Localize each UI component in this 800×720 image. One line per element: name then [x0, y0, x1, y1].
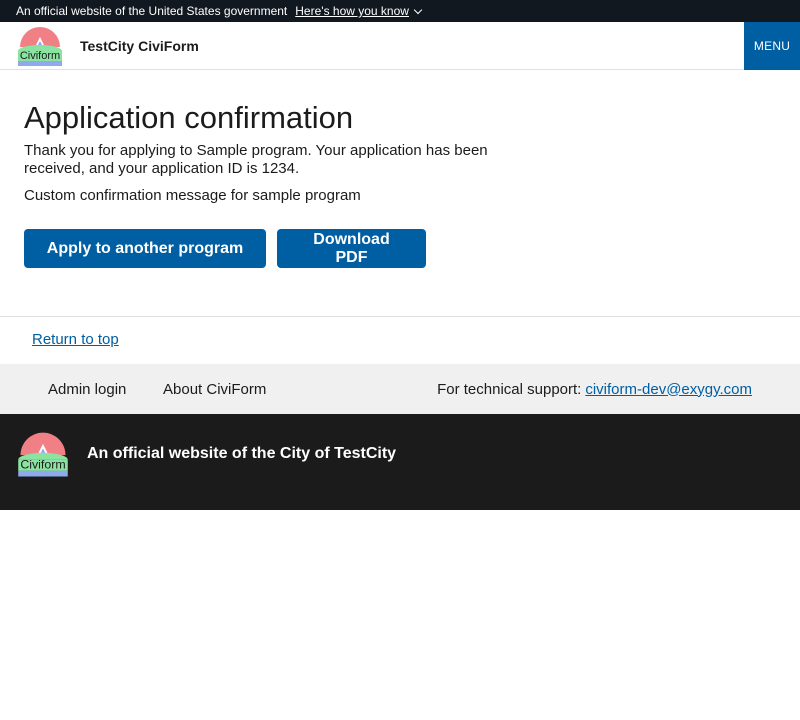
site-header: Civiform TestCity CiviForm MENU: [0, 22, 800, 70]
official-website-text: An official website of the City of TestC…: [87, 445, 397, 462]
custom-confirmation-message: Custom confirmation message for sample p…: [24, 187, 361, 204]
menu-button[interactable]: MENU: [744, 22, 800, 70]
confirmation-message: Thank you for applying to Sample program…: [24, 142, 488, 177]
support-email-link[interactable]: civiform-dev@exygy.com: [585, 381, 752, 398]
footer-logo-text: Civiform: [20, 458, 65, 472]
civiform-logo-icon[interactable]: Civiform: [16, 25, 64, 72]
site-title[interactable]: TestCity CiviForm: [80, 22, 199, 70]
action-buttons: Apply to another program Download PDF: [24, 229, 426, 268]
main-content: Application confirmation Thank you for a…: [24, 98, 544, 268]
download-pdf-button[interactable]: Download PDF: [277, 229, 426, 268]
support-prefix: For technical support:: [437, 380, 582, 398]
about-civiform-link[interactable]: About CiviForm: [163, 364, 266, 414]
footer-nav: Admin login About CiviForm For technical…: [0, 364, 800, 414]
apply-to-another-program-button[interactable]: Apply to another program: [24, 229, 266, 268]
logo-text: Civiform: [20, 50, 60, 62]
heres-how-you-know-link[interactable]: Here's how you know: [295, 4, 423, 18]
gov-banner: An official website of the United States…: [0, 0, 800, 22]
admin-login-link[interactable]: Admin login: [48, 364, 126, 414]
heres-how-you-know-label: Here's how you know: [295, 4, 409, 18]
civiform-logo-icon: Civiform: [16, 430, 70, 483]
page-title: Application confirmation: [24, 100, 354, 135]
technical-support: For technical support: civiform-dev@exyg…: [437, 364, 752, 414]
site-footer: Civiform An official website of the City…: [0, 414, 800, 510]
chevron-down-icon: [413, 5, 423, 14]
divider: [0, 316, 800, 317]
return-to-top-link[interactable]: Return to top: [32, 331, 119, 348]
gov-banner-text: An official website of the United States…: [16, 4, 288, 18]
